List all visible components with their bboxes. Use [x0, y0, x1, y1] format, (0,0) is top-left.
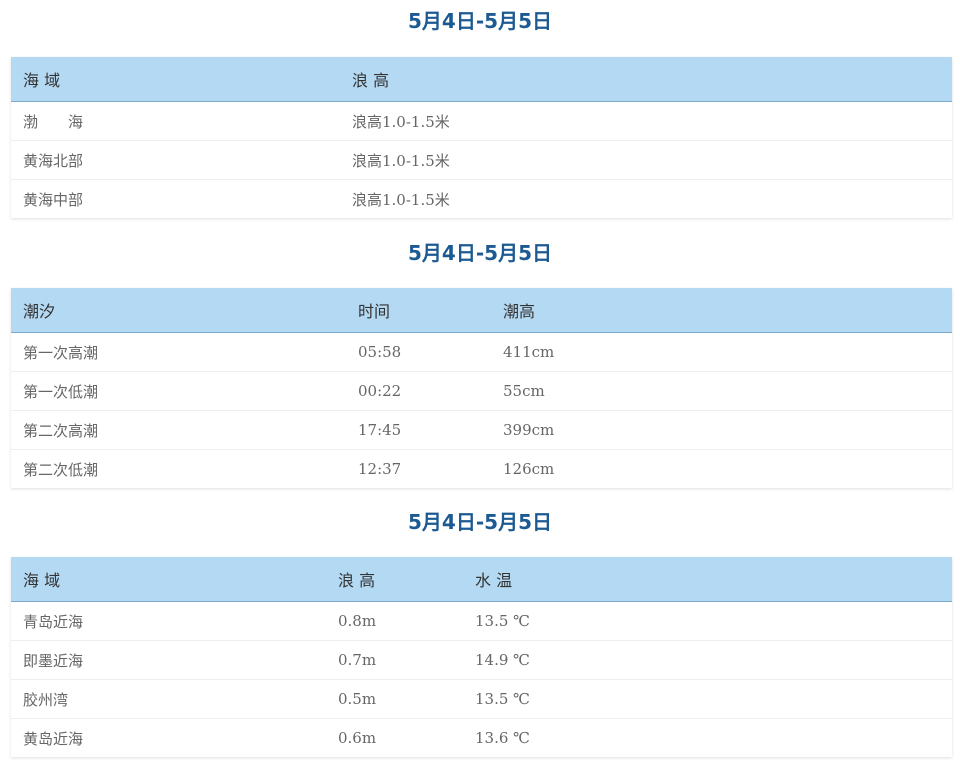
tide-height-cell: 126cm [503, 460, 555, 478]
header-tide: 潮汐 [23, 302, 56, 321]
water-temp-cell: 13.6 ℃ [475, 729, 530, 747]
table-row: 胶州湾 0.5m 13.5 ℃ [11, 680, 952, 719]
tide-time-cell: 12:37 [358, 460, 402, 478]
table-row: 黄海中部 浪高1.0-1.5米 [11, 180, 952, 218]
sea-area-cell: 黄海中部 [23, 190, 84, 209]
tide-section-title: 5月4日-5月5日 [408, 241, 552, 265]
tide-time-cell: 00:22 [358, 382, 402, 400]
water-temp-cell: 13.5 ℃ [475, 612, 530, 630]
wave-height-cell: 0.5m [338, 690, 377, 708]
header-tide-height: 潮高 [503, 302, 536, 321]
wave-height-cell: 浪高1.0-1.5米 [352, 151, 450, 170]
tide-name-cell: 第二次低潮 [23, 460, 99, 479]
sea-area-cell: 即墨近海 [23, 651, 84, 670]
table-row: 即墨近海 0.7m 14.9 ℃ [11, 641, 952, 680]
table-row: 渤 海 浪高1.0-1.5米 [11, 102, 952, 141]
sea-area-cell: 青岛近海 [23, 612, 84, 631]
table-row: 青岛近海 0.8m 13.5 ℃ [11, 602, 952, 641]
header-wave-height: 浪 高 [352, 71, 390, 90]
table-row: 黄岛近海 0.6m 13.6 ℃ [11, 719, 952, 757]
local-waters-table: 海 域 浪 高 水 温 青岛近海 0.8m 13.5 ℃ 即墨近海 0.7m 1… [11, 557, 952, 757]
table-header: 潮汐 时间 潮高 [11, 288, 952, 333]
table-header: 海 域 浪 高 水 温 [11, 557, 952, 602]
sea-area-cell: 胶州湾 [23, 690, 69, 709]
header-water-temp: 水 温 [475, 571, 513, 590]
table-header: 海 域 浪 高 [11, 57, 952, 102]
tide-height-cell: 399cm [503, 421, 555, 439]
tide-name-cell: 第一次高潮 [23, 343, 99, 362]
table-row: 黄海北部 浪高1.0-1.5米 [11, 141, 952, 180]
tide-time-cell: 05:58 [358, 343, 402, 361]
tide-name-cell: 第二次高潮 [23, 421, 99, 440]
table-row: 第一次高潮 05:58 411cm [11, 333, 952, 372]
water-temp-cell: 14.9 ℃ [475, 651, 530, 669]
header-wave-height: 浪 高 [338, 571, 376, 590]
header-time: 时间 [358, 302, 391, 321]
tide-table: 潮汐 时间 潮高 第一次高潮 05:58 411cm 第一次低潮 00:22 5… [11, 288, 952, 488]
table-row: 第二次高潮 17:45 399cm [11, 411, 952, 450]
sea-area-cell: 黄海北部 [23, 151, 84, 170]
tide-time-cell: 17:45 [358, 421, 402, 439]
local-section-title: 5月4日-5月5日 [408, 510, 552, 534]
sea-area-cell: 渤 海 [23, 112, 84, 131]
wave-height-cell: 0.8m [338, 612, 377, 630]
sea-area-cell: 黄岛近海 [23, 729, 84, 748]
header-sea-area: 海 域 [23, 571, 61, 590]
tide-height-cell: 55cm [503, 382, 545, 400]
table-row: 第二次低潮 12:37 126cm [11, 450, 952, 488]
wave-height-cell: 浪高1.0-1.5米 [352, 112, 450, 131]
water-temp-cell: 13.5 ℃ [475, 690, 530, 708]
wave-table: 海 域 浪 高 渤 海 浪高1.0-1.5米 黄海北部 浪高1.0-1.5米 黄… [11, 57, 952, 218]
wave-height-cell: 0.6m [338, 729, 377, 747]
wave-height-cell: 0.7m [338, 651, 377, 669]
wave-height-cell: 浪高1.0-1.5米 [352, 190, 450, 209]
header-sea-area: 海 域 [23, 71, 61, 90]
wave-section-title: 5月4日-5月5日 [408, 9, 552, 33]
table-row: 第一次低潮 00:22 55cm [11, 372, 952, 411]
tide-height-cell: 411cm [503, 343, 555, 361]
tide-name-cell: 第一次低潮 [23, 382, 99, 401]
